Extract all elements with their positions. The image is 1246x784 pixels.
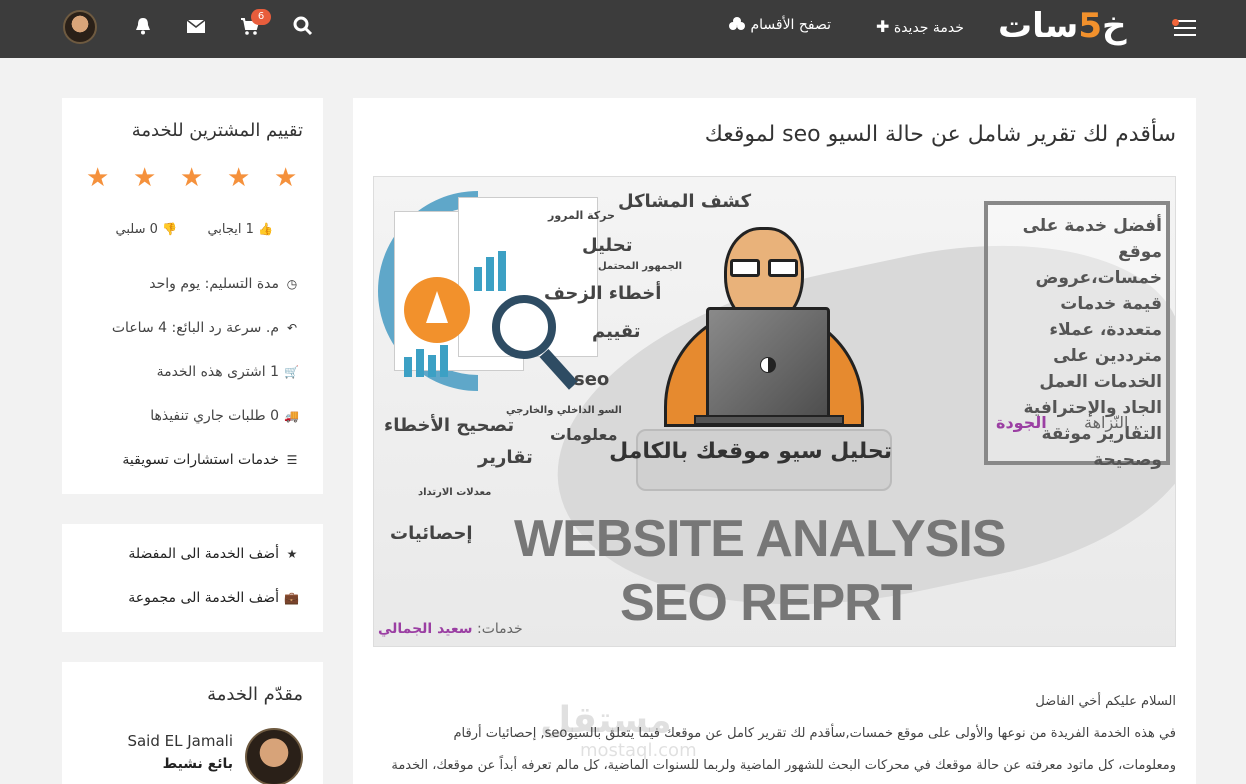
actions-card: ★ أضف الخدمة الى المفضلة 💼 أضف الخدمة الى … [62,524,323,632]
yin-yang-icon [760,357,776,373]
purchase-label: 1 اشترى هذه الخدمة [156,364,279,380]
seller-card: مقدّم الخدمة Said EL Jamali بائع نشيط [62,662,323,784]
star-small-icon: ★ [286,547,298,561]
label-potential-audience: الجمهور المحتمل [598,261,683,272]
label-evaluation: تقييم [592,321,641,342]
delivery-time: ◷ مدة التسليم: يوم واحد [149,276,299,292]
bar-shape [474,267,482,291]
search-icon[interactable] [293,16,315,38]
seller-name[interactable]: Said EL Jamali [127,732,233,750]
promo-box-text: أفضل خدمة على موقع خمسات،عروض قيمة خدمات… [1022,216,1162,470]
service-description-line-2: في هذه الخدمة الفريدة من نوعها والأولى ع… [453,726,1176,741]
star-rating: ★ ★ ★ ★ ★ [86,164,299,192]
negative-label: 0 سلبي [115,222,158,237]
thumbs-down-icon: 👎 [162,222,177,236]
watermark-logo: مستقل [540,700,672,741]
label-crawl-errors: أخطاء الزحف [544,283,662,304]
cart-small-icon: 🛒 [284,365,299,379]
label-seo: seo [574,369,610,390]
seller-level: بائع نشيط [162,756,233,772]
bar-shape [404,357,412,377]
label-detect-problems: كشف المشاكل [618,191,752,212]
mail-icon[interactable] [186,16,208,38]
seller-title: مقدّم الخدمة [207,684,303,705]
browse-categories-link[interactable]: تصفح الأقسام [728,17,831,33]
character-glasses [726,259,802,277]
image-credit: خدمات: سعيد الجمالي [378,621,523,637]
banner-text: تحليل سيو موقعك بالكامل [609,439,892,464]
bar-shape [486,257,494,291]
star-icon: ★ [227,163,251,193]
label-analysis: تحليل [582,235,633,256]
label-statistics: إحصائيات [390,523,473,544]
laptop-base [694,415,844,425]
plus-icon: ✚ [876,17,890,36]
cone-icon [404,277,470,343]
star-icon: ★ [86,163,110,193]
add-favorite-button[interactable]: ★ أضف الخدمة الى المفضلة [128,546,299,562]
bar-shape [416,349,424,377]
seller-avatar[interactable] [245,728,303,784]
rating-title: تقييم المشترين للخدمة [131,120,303,141]
positive-label: 1 ايجابي [207,222,254,237]
service-description-line-3: ومعلومات، كل ماتود معرفته عن حالة موقعك … [391,758,1176,773]
browse-categories-label: تصفح الأقسام [750,17,832,33]
label-information: معلومات [550,425,618,444]
in-progress-label: 0 طلبات جاري تنفيذها [150,408,279,424]
cart-count-badge: 6 [251,9,271,25]
list-icon: ☰ [286,453,298,467]
user-avatar[interactable] [63,10,97,44]
service-title: سأقدم لك تقرير شامل عن حالة السيو seo لم… [704,122,1176,147]
briefcase-icon: 💼 [284,591,299,605]
rating-card: تقييم المشترين للخدمة ★ ★ ★ ★ ★ 👍 1 ايجا… [62,98,323,494]
positive-votes: 👍 1 ايجابي [207,222,273,237]
delivery-label: مدة التسليم: يوم واحد [149,276,279,292]
add-favorite-label: أضف الخدمة الى المفضلة [128,546,279,562]
label-reports: تقارير [478,447,533,468]
truck-icon: 🚚 [284,409,299,423]
add-collection-label: أضف الخدمة الى مجموعة [128,590,279,606]
credit-name: سعيد الجمالي [378,621,473,637]
gamepad-icon [728,17,750,33]
star-icon: ★ [133,163,157,193]
clock-icon: ◷ [286,277,298,291]
top-navbar: خ5سات ✚ خدمة جديدة تصفح الأقسام 6 [0,0,1246,58]
headline-seo-report: SEO REPRT [620,574,912,632]
label-fix-errors: تصحيح الأخطاء [384,415,515,436]
response-label: م. سرعة رد البائع: 4 ساعات [111,320,279,336]
site-logo[interactable]: خ5سات [998,6,1128,46]
service-card: سأقدم لك تقرير شامل عن حالة السيو seo لم… [353,98,1196,784]
star-icon: ★ [274,163,298,193]
in-progress-orders: 🚚 0 طلبات جاري تنفيذها [150,408,299,424]
service-category-link[interactable]: ☰ خدمات استشارات تسويقية [122,452,299,468]
watermark-url: mostaql.com [580,740,697,761]
reply-icon: ↶ [286,321,298,335]
label-internal-external-seo: السو الداخلي والخارجي [506,405,622,416]
label-traffic: حركة المرور [548,209,615,222]
negative-votes: 👎 0 سلبي [116,222,177,237]
service-description-line-1: السلام عليكم أخي الفاضل [1035,694,1176,709]
headline-website-analysis: WEBSITE ANALYSIS [514,510,1007,568]
thumbs-up-icon: 👍 [258,222,273,236]
service-image[interactable]: تحليل سيو موقعك بالكامل أفضل خدمة على مو… [373,176,1176,647]
add-collection-button[interactable]: 💼 أضف الخدمة الى مجموعة [128,590,299,606]
bar-shape [498,251,506,291]
star-icon: ★ [180,163,204,193]
bell-icon[interactable] [133,16,155,38]
notification-dot [1172,19,1179,26]
new-service-link[interactable]: ✚ خدمة جديدة [876,17,964,36]
bar-shape [428,355,436,377]
honesty-tag: النّزاهة .. [1084,413,1144,432]
new-service-label: خدمة جديدة [893,20,964,36]
credit-prefix: خدمات: [477,621,523,637]
response-time: ↶ م. سرعة رد البائع: 4 ساعات [112,320,299,336]
bar-shape [440,345,448,377]
quality-tag: الجودة [996,413,1047,432]
category-label: خدمات استشارات تسويقية [122,452,279,468]
label-bounce-rates: معدلات الارتداد [418,487,492,498]
purchase-count: 🛒 1 اشترى هذه الخدمة [157,364,299,380]
